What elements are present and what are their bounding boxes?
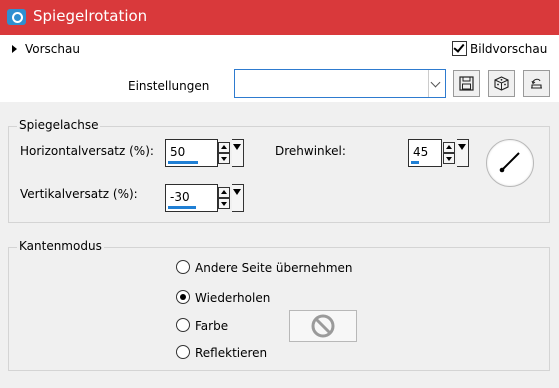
rotation-value: 45 — [413, 145, 429, 159]
decrement-arrow-icon[interactable] — [218, 153, 230, 164]
settings-preset-select[interactable] — [234, 69, 446, 98]
option-color-label[interactable]: Farbe — [195, 319, 228, 333]
increment-arrow-icon[interactable] — [218, 142, 230, 153]
radio-repeat[interactable] — [176, 290, 190, 304]
reset-icon — [531, 78, 542, 89]
chevron-down-icon[interactable] — [428, 70, 445, 97]
vertical-offset-field[interactable]: -30 — [165, 184, 218, 212]
option-take-other-side-label[interactable]: Andere Seite übernehmen — [195, 261, 353, 275]
radio-reflect[interactable] — [176, 345, 190, 359]
edge-color-swatch[interactable] — [289, 310, 357, 342]
rotation-dial[interactable] — [486, 139, 534, 187]
option-repeat-label[interactable]: Wiederholen — [195, 291, 270, 305]
edge-mode-title: Kantenmodus — [17, 239, 104, 253]
decrement-arrow-icon[interactable] — [443, 153, 455, 164]
increment-arrow-icon[interactable] — [218, 187, 230, 198]
horizontal-offset-field[interactable]: 50 — [165, 139, 218, 167]
vertical-offset-label: Vertikalversatz (%): — [20, 187, 138, 201]
horizontal-offset-label: Horizontalversatz (%): — [20, 144, 154, 158]
vertical-offset-dropdown[interactable] — [232, 184, 244, 212]
save-preset-button[interactable] — [453, 70, 480, 97]
expand-triangle-icon[interactable] — [12, 45, 17, 53]
rotation-dropdown[interactable] — [457, 139, 469, 167]
vertical-offset-value: -30 — [170, 190, 190, 204]
radio-take-other-side[interactable] — [176, 260, 190, 274]
checkmark-icon — [453, 41, 465, 53]
image-preview-label: Bildvorschau — [470, 42, 548, 56]
vertical-offset-indicator — [168, 206, 197, 209]
increment-arrow-icon[interactable] — [443, 142, 455, 153]
decrement-arrow-icon[interactable] — [218, 198, 230, 209]
window-title: Spiegelrotation — [33, 7, 148, 25]
image-preview-checkbox[interactable] — [452, 41, 467, 56]
disabled-icon — [311, 314, 335, 338]
horizontal-offset-value: 50 — [170, 145, 186, 159]
settings-label: Einstellungen — [128, 79, 210, 93]
camera-app-icon — [7, 9, 26, 25]
mirror-axis-title: Spiegelachse — [17, 118, 101, 132]
option-reflect-label[interactable]: Reflektieren — [195, 346, 267, 360]
rotation-field[interactable]: 45 — [408, 139, 442, 167]
title-bar: Spiegelrotation — [0, 0, 559, 35]
randomize-button[interactable] — [488, 70, 515, 97]
preview-toggle[interactable]: Vorschau — [25, 42, 80, 56]
rotation-indicator — [411, 161, 419, 164]
dial-needle-icon — [499, 152, 520, 173]
rotation-label: Drehwinkel: — [275, 144, 346, 158]
horizontal-offset-indicator — [168, 161, 198, 164]
reset-button[interactable] — [523, 70, 550, 97]
randomize-dice-icon — [494, 76, 509, 91]
horizontal-offset-dropdown[interactable] — [232, 139, 244, 167]
radio-color[interactable] — [176, 318, 190, 332]
save-icon — [459, 76, 474, 91]
